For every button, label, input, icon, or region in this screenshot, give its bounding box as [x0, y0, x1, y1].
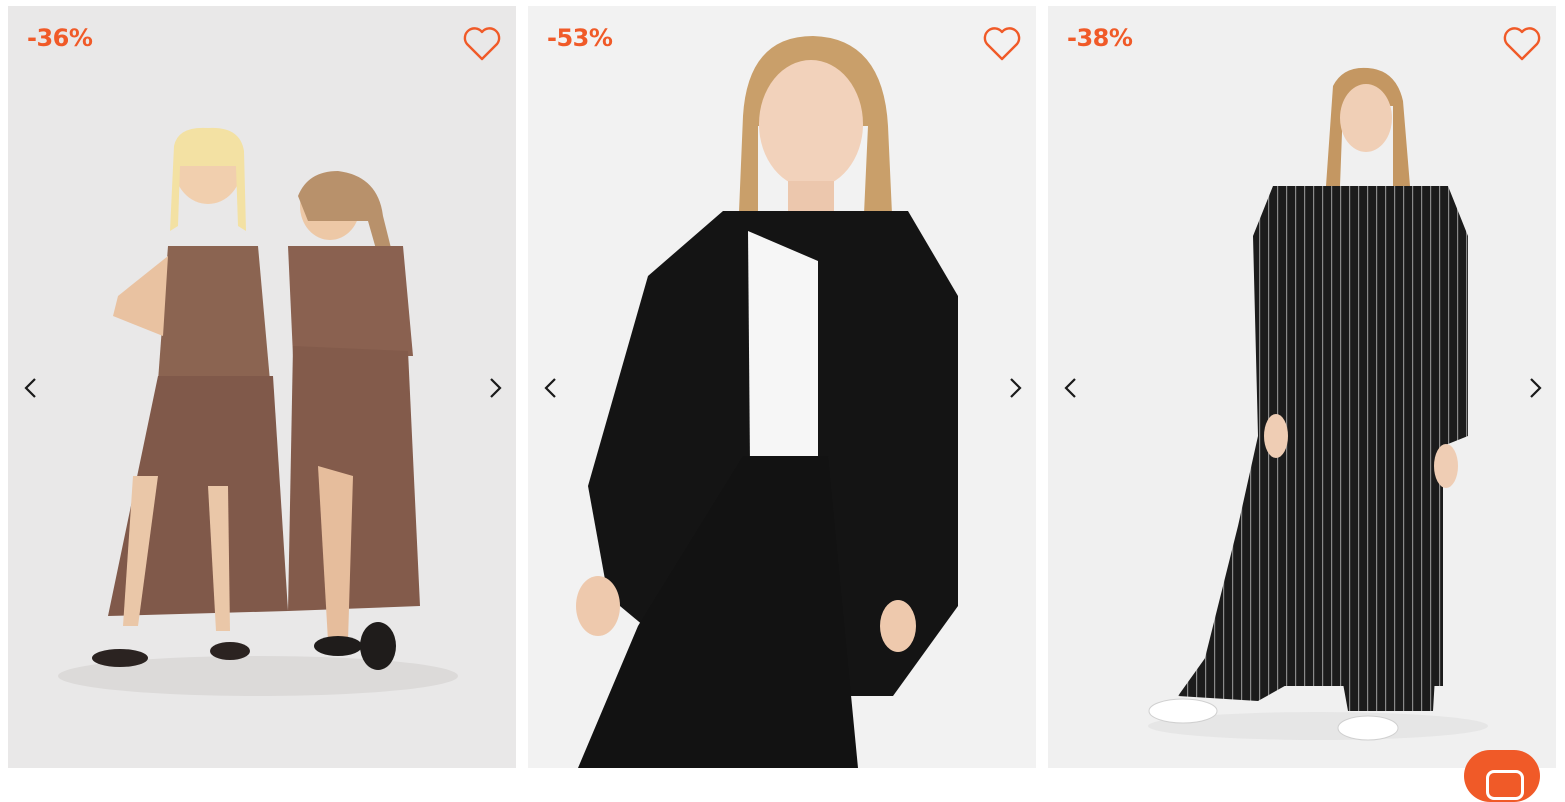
heart-outline-icon[interactable] [982, 26, 1022, 62]
chat-button[interactable] [1464, 750, 1540, 802]
chevron-right-icon[interactable] [1000, 374, 1028, 402]
chevron-left-icon[interactable] [18, 374, 46, 402]
product-card[interactable]: -36% [8, 6, 516, 768]
discount-badge: -53% [547, 24, 613, 52]
heart-outline-icon[interactable] [1502, 26, 1542, 62]
product-photo[interactable] [1048, 6, 1556, 768]
discount-badge: -38% [1067, 24, 1133, 52]
chevron-right-icon[interactable] [480, 374, 508, 402]
product-card[interactable]: -38% [1048, 6, 1556, 768]
product-photo[interactable] [8, 6, 516, 768]
product-grid: -36% -53% -38% [0, 0, 1565, 802]
chevron-left-icon[interactable] [1058, 374, 1086, 402]
chat-icon [1486, 770, 1524, 800]
product-card[interactable]: -53% [528, 6, 1036, 768]
product-photo[interactable] [528, 6, 1036, 768]
chevron-right-icon[interactable] [1520, 374, 1548, 402]
heart-outline-icon[interactable] [462, 26, 502, 62]
chevron-left-icon[interactable] [538, 374, 566, 402]
discount-badge: -36% [27, 24, 93, 52]
